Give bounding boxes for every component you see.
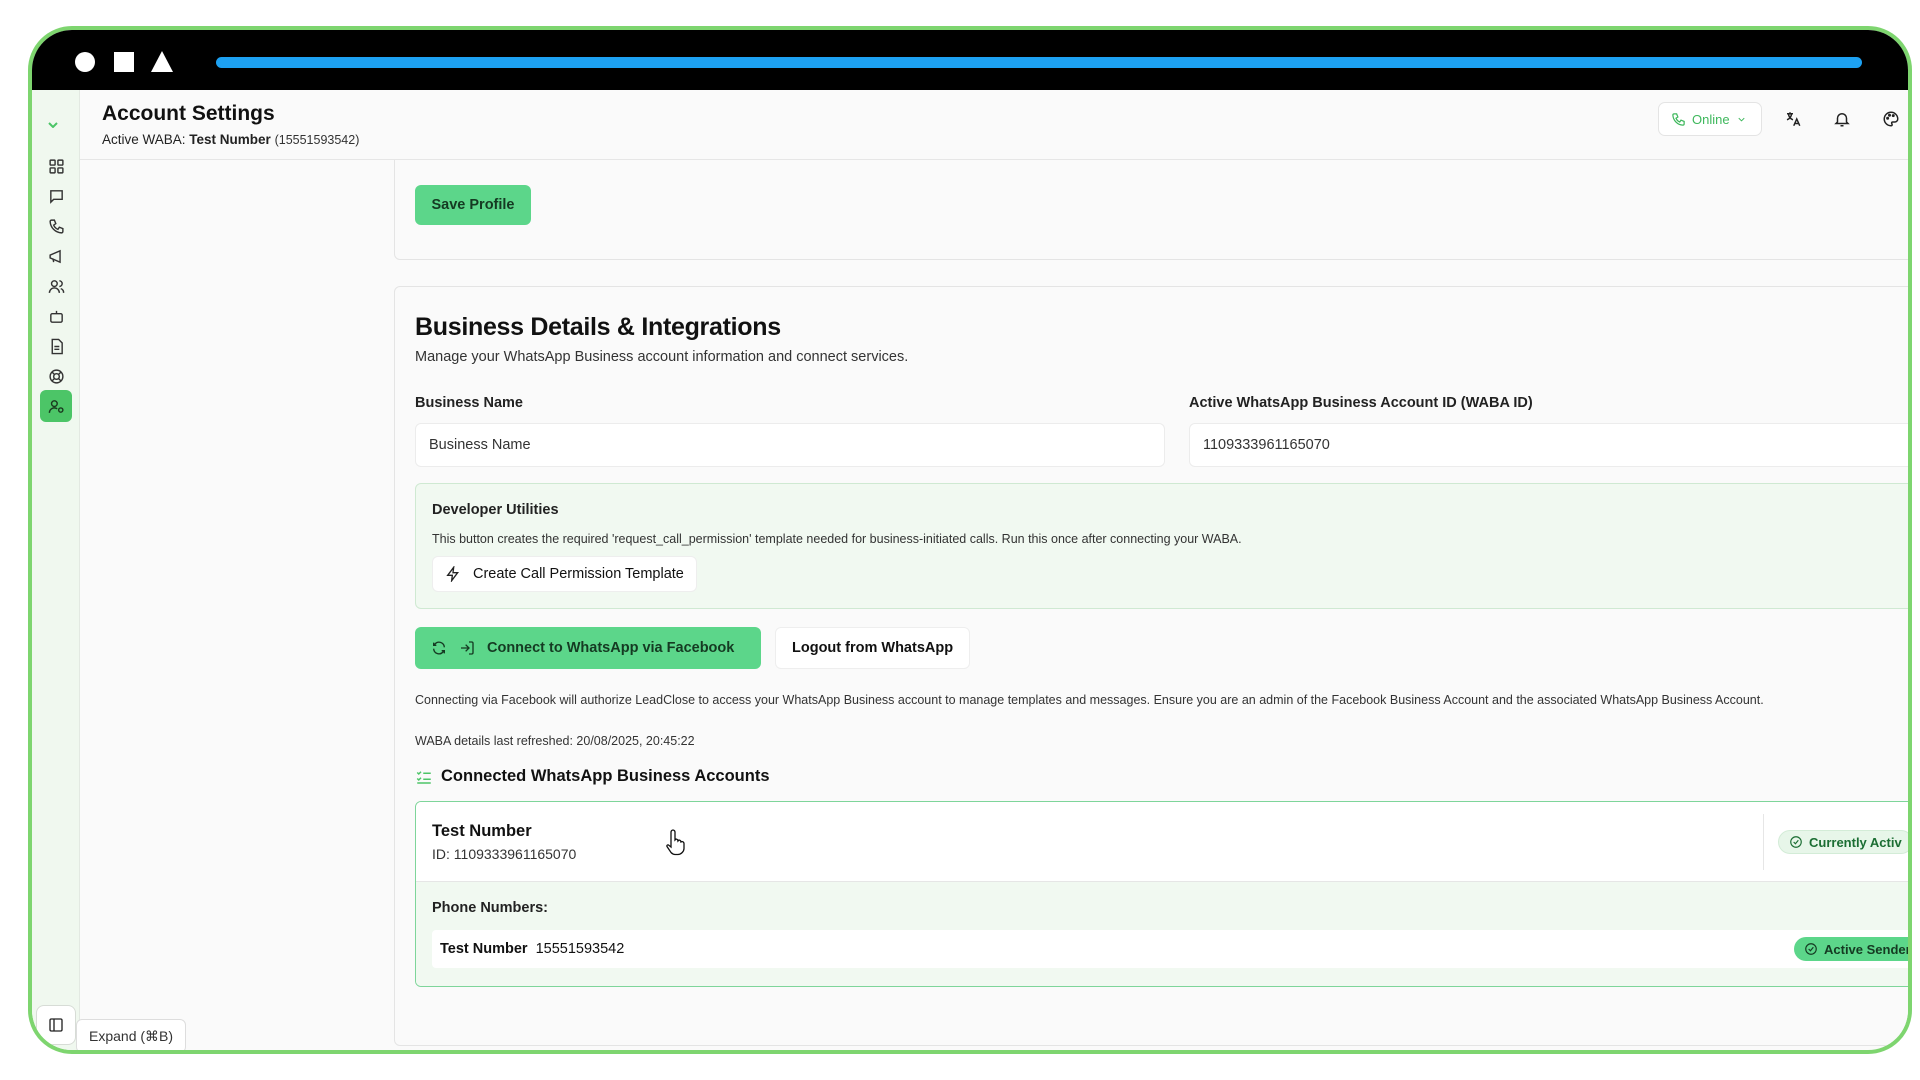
currently-active-badge: Currently Activ — [1778, 830, 1908, 854]
app-frame: Expand (⌘B) Account Settings Active WABA… — [28, 26, 1912, 1054]
logo-icon — [48, 122, 58, 128]
connected-accounts-heading: Connected WhatsApp Business Accounts — [415, 767, 770, 786]
business-name-label: Business Name — [415, 395, 523, 411]
section-subtitle: Manage your WhatsApp Business account in… — [415, 349, 909, 365]
megaphone-icon[interactable] — [40, 240, 72, 272]
contacts-icon[interactable] — [40, 270, 72, 302]
lightning-icon — [446, 566, 459, 582]
create-call-permission-label: Create Call Permission Template — [473, 566, 684, 582]
account-card-header: Test Number ID: 1109333961165070 Current… — [416, 802, 1908, 882]
bot-icon[interactable] — [40, 300, 72, 332]
divider — [1763, 814, 1764, 870]
currently-active-label: Currently Activ — [1809, 834, 1902, 850]
phone-icon[interactable] — [40, 210, 72, 242]
account-name: Test Number — [432, 822, 532, 840]
refresh-icon — [433, 641, 445, 655]
developer-utilities-panel: Developer Utilities This button creates … — [415, 483, 1908, 609]
active-sender-badge: Active Sender — [1794, 937, 1911, 961]
waba-id-label: Active WhatsApp Business Account ID (WAB… — [1189, 395, 1533, 411]
sidebar-toggle-button[interactable] — [36, 1005, 76, 1045]
bell-icon[interactable] — [1829, 106, 1855, 132]
status-label: Online — [1692, 111, 1730, 127]
check-circle-icon — [1805, 943, 1817, 955]
subtitle-number: (15551593542) — [274, 133, 360, 147]
check-circle-icon — [1790, 836, 1802, 848]
business-name-input[interactable]: Business Name — [415, 423, 1165, 467]
status-dropdown[interactable]: Online — [1658, 102, 1762, 136]
active-sender-label: Active Sender — [1824, 941, 1911, 957]
chevron-down-icon — [1738, 117, 1745, 122]
hand-cursor-icon — [666, 829, 685, 856]
create-call-permission-button[interactable]: Create Call Permission Template — [432, 556, 697, 592]
connected-accounts-title: Connected WhatsApp Business Accounts — [441, 767, 770, 785]
business-details-card: Business Details & Integrations Manage y… — [394, 286, 1911, 1046]
phone-name: Test Number — [440, 941, 528, 957]
circle-icon — [75, 52, 95, 72]
profile-card: Save Profile — [394, 160, 1908, 260]
account-card-body: Phone Numbers: Test Number 15551593542 A… — [416, 882, 1911, 986]
active-waba-subtitle: Active WABA: Test Number (15551593542) — [102, 132, 359, 147]
logout-whatsapp-button[interactable]: Logout from WhatsApp — [775, 627, 971, 669]
connect-whatsapp-button[interactable]: Connect to WhatsApp via Facebook — [415, 627, 761, 669]
translate-icon[interactable] — [1780, 106, 1806, 132]
connect-whatsapp-label: Connect to WhatsApp via Facebook — [487, 640, 735, 656]
account-id: ID: 1109333961165070 — [432, 846, 577, 862]
square-icon — [114, 52, 134, 72]
page-title: Account Settings — [102, 102, 275, 125]
phone-number-row[interactable]: Test Number 15551593542 Active Sender — [432, 930, 1911, 968]
subtitle-name: Test Number — [189, 132, 271, 147]
page-header: Account Settings Active WABA: Test Numbe… — [80, 90, 1908, 160]
chat-icon[interactable] — [40, 180, 72, 212]
main-content: Save Profile Business Details & Integrat… — [80, 160, 1911, 1050]
developer-utilities-title: Developer Utilities — [432, 502, 559, 518]
window-topbar — [32, 30, 1908, 90]
list-checks-icon — [416, 770, 431, 784]
last-refreshed-text: WABA details last refreshed: 20/08/2025,… — [415, 734, 695, 748]
subtitle-prefix: Active WABA: — [102, 132, 186, 147]
developer-utilities-description: This button creates the required 'reques… — [432, 532, 1242, 546]
dashboard-icon[interactable] — [40, 150, 72, 182]
waba-id-input[interactable]: 1109333961165070 — [1189, 423, 1908, 467]
triangle-icon — [151, 51, 173, 72]
panel-left-icon — [49, 1018, 63, 1032]
progress-bar — [216, 57, 1862, 68]
phone-number: 15551593542 — [535, 941, 625, 957]
phone-icon — [1672, 112, 1685, 126]
document-icon[interactable] — [40, 330, 72, 362]
connect-note: Connecting via Facebook will authorize L… — [415, 693, 1764, 707]
section-title: Business Details & Integrations — [415, 313, 781, 341]
save-profile-button[interactable]: Save Profile — [415, 185, 531, 225]
sidebar — [32, 90, 80, 1050]
palette-icon[interactable] — [1878, 106, 1904, 132]
phone-numbers-label: Phone Numbers: — [432, 900, 549, 916]
account-settings-icon[interactable] — [40, 390, 72, 422]
support-icon[interactable] — [40, 360, 72, 392]
account-card: Test Number ID: 1109333961165070 Current… — [415, 801, 1911, 987]
login-icon — [461, 641, 474, 655]
